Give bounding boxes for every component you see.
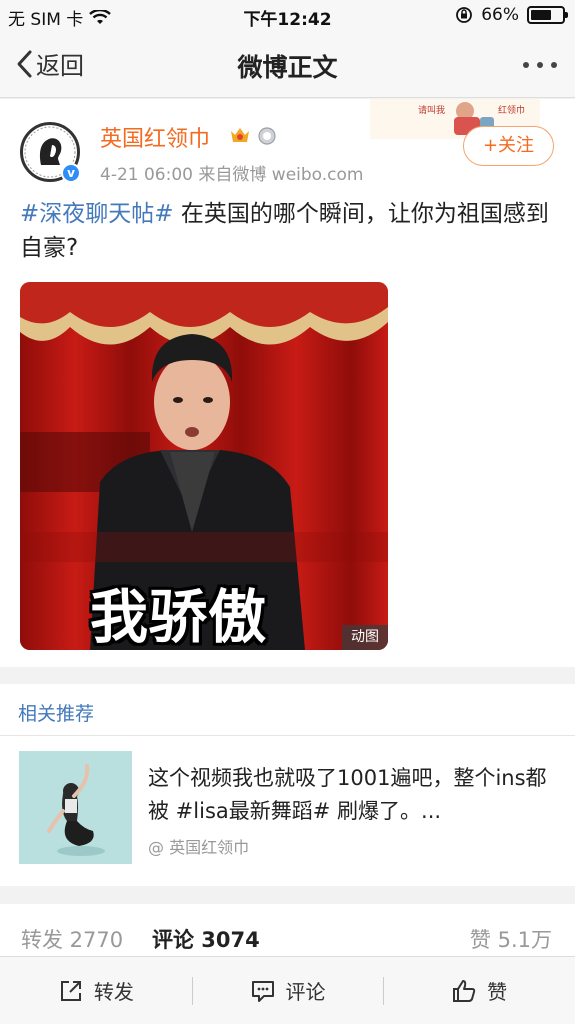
like-button[interactable]: 赞 bbox=[383, 957, 575, 1024]
orientation-lock-icon bbox=[456, 7, 473, 23]
nav-bar: 返回 微博正文 bbox=[0, 32, 575, 98]
medal-icon[interactable] bbox=[256, 125, 278, 145]
more-dot-icon bbox=[551, 62, 557, 68]
post-text: #深夜聊天帖# 在英国的哪个瞬间，让你为祖国感到自豪? bbox=[20, 197, 555, 265]
more-dot-icon bbox=[537, 62, 543, 68]
repost-button[interactable]: 转发 bbox=[0, 957, 192, 1024]
related-item-source[interactable]: @ 英国红领巾 bbox=[148, 834, 249, 858]
more-options-button[interactable] bbox=[523, 62, 557, 68]
verified-badge-icon: v bbox=[61, 163, 81, 183]
related-item-text[interactable]: 这个视频我也就吸了1001遍吧，整个ins都被 #lisa最新舞蹈# 刷爆了。.… bbox=[148, 762, 558, 828]
hashtag-link[interactable]: #深夜聊天帖# bbox=[20, 201, 174, 227]
share-icon bbox=[60, 980, 81, 1001]
stats-bar: 转发 2770 评论 3074 赞 5.1万 bbox=[0, 904, 575, 956]
status-bar: 无 SIM 卡 下午12:42 66% bbox=[0, 0, 575, 32]
comment-icon bbox=[251, 980, 274, 1002]
post-gif[interactable]: 我骄傲 动图 bbox=[20, 282, 388, 650]
thumbs-up-icon bbox=[453, 979, 476, 1002]
post-meta: 4-21 06:00 来自微博 weibo.com bbox=[100, 165, 364, 185]
comment-label: 评论 bbox=[285, 980, 326, 1004]
status-right-group: 66% bbox=[455, 5, 568, 25]
repost-label: 转发 bbox=[93, 980, 134, 1004]
vip-crown-icon[interactable] bbox=[229, 125, 251, 145]
follow-button[interactable]: +关注 bbox=[463, 126, 554, 166]
more-dot-icon bbox=[523, 62, 529, 68]
user-badges bbox=[229, 125, 278, 145]
related-section: 相关推荐 这个视频我也就吸了1001遍吧，整个ins都被 #lisa最新舞蹈# … bbox=[0, 684, 575, 886]
gif-badge: 动图 bbox=[342, 625, 388, 650]
username[interactable]: 英国红领巾 bbox=[100, 121, 210, 153]
related-thumbnail[interactable] bbox=[19, 751, 132, 864]
related-title: 相关推荐 bbox=[18, 703, 95, 725]
page-title: 微博正文 bbox=[237, 53, 338, 82]
like-count-tab[interactable]: 赞 5.1万 bbox=[470, 924, 552, 954]
dancer-thumbnail-image bbox=[19, 751, 132, 864]
battery-fill bbox=[531, 10, 551, 20]
comment-button[interactable]: 评论 bbox=[191, 957, 384, 1024]
like-label: 赞 bbox=[487, 980, 508, 1004]
gif-caption: 我骄傲 bbox=[90, 583, 268, 650]
svg-text:红领巾: 红领巾 bbox=[498, 104, 525, 116]
battery-icon bbox=[527, 6, 568, 24]
bottom-toolbar: 转发 评论 赞 bbox=[0, 956, 575, 1024]
repost-count-tab[interactable]: 转发 2770 bbox=[21, 924, 123, 954]
svg-text:请叫我: 请叫我 bbox=[418, 104, 445, 116]
post-card: 请叫我 红领巾 v 英国红领巾 4-21 06:00 来自微博 weibo.co… bbox=[0, 99, 575, 667]
battery-percent: 66% bbox=[481, 5, 519, 25]
comment-count-tab[interactable]: 评论 3074 bbox=[152, 924, 260, 954]
divider bbox=[0, 735, 575, 736]
